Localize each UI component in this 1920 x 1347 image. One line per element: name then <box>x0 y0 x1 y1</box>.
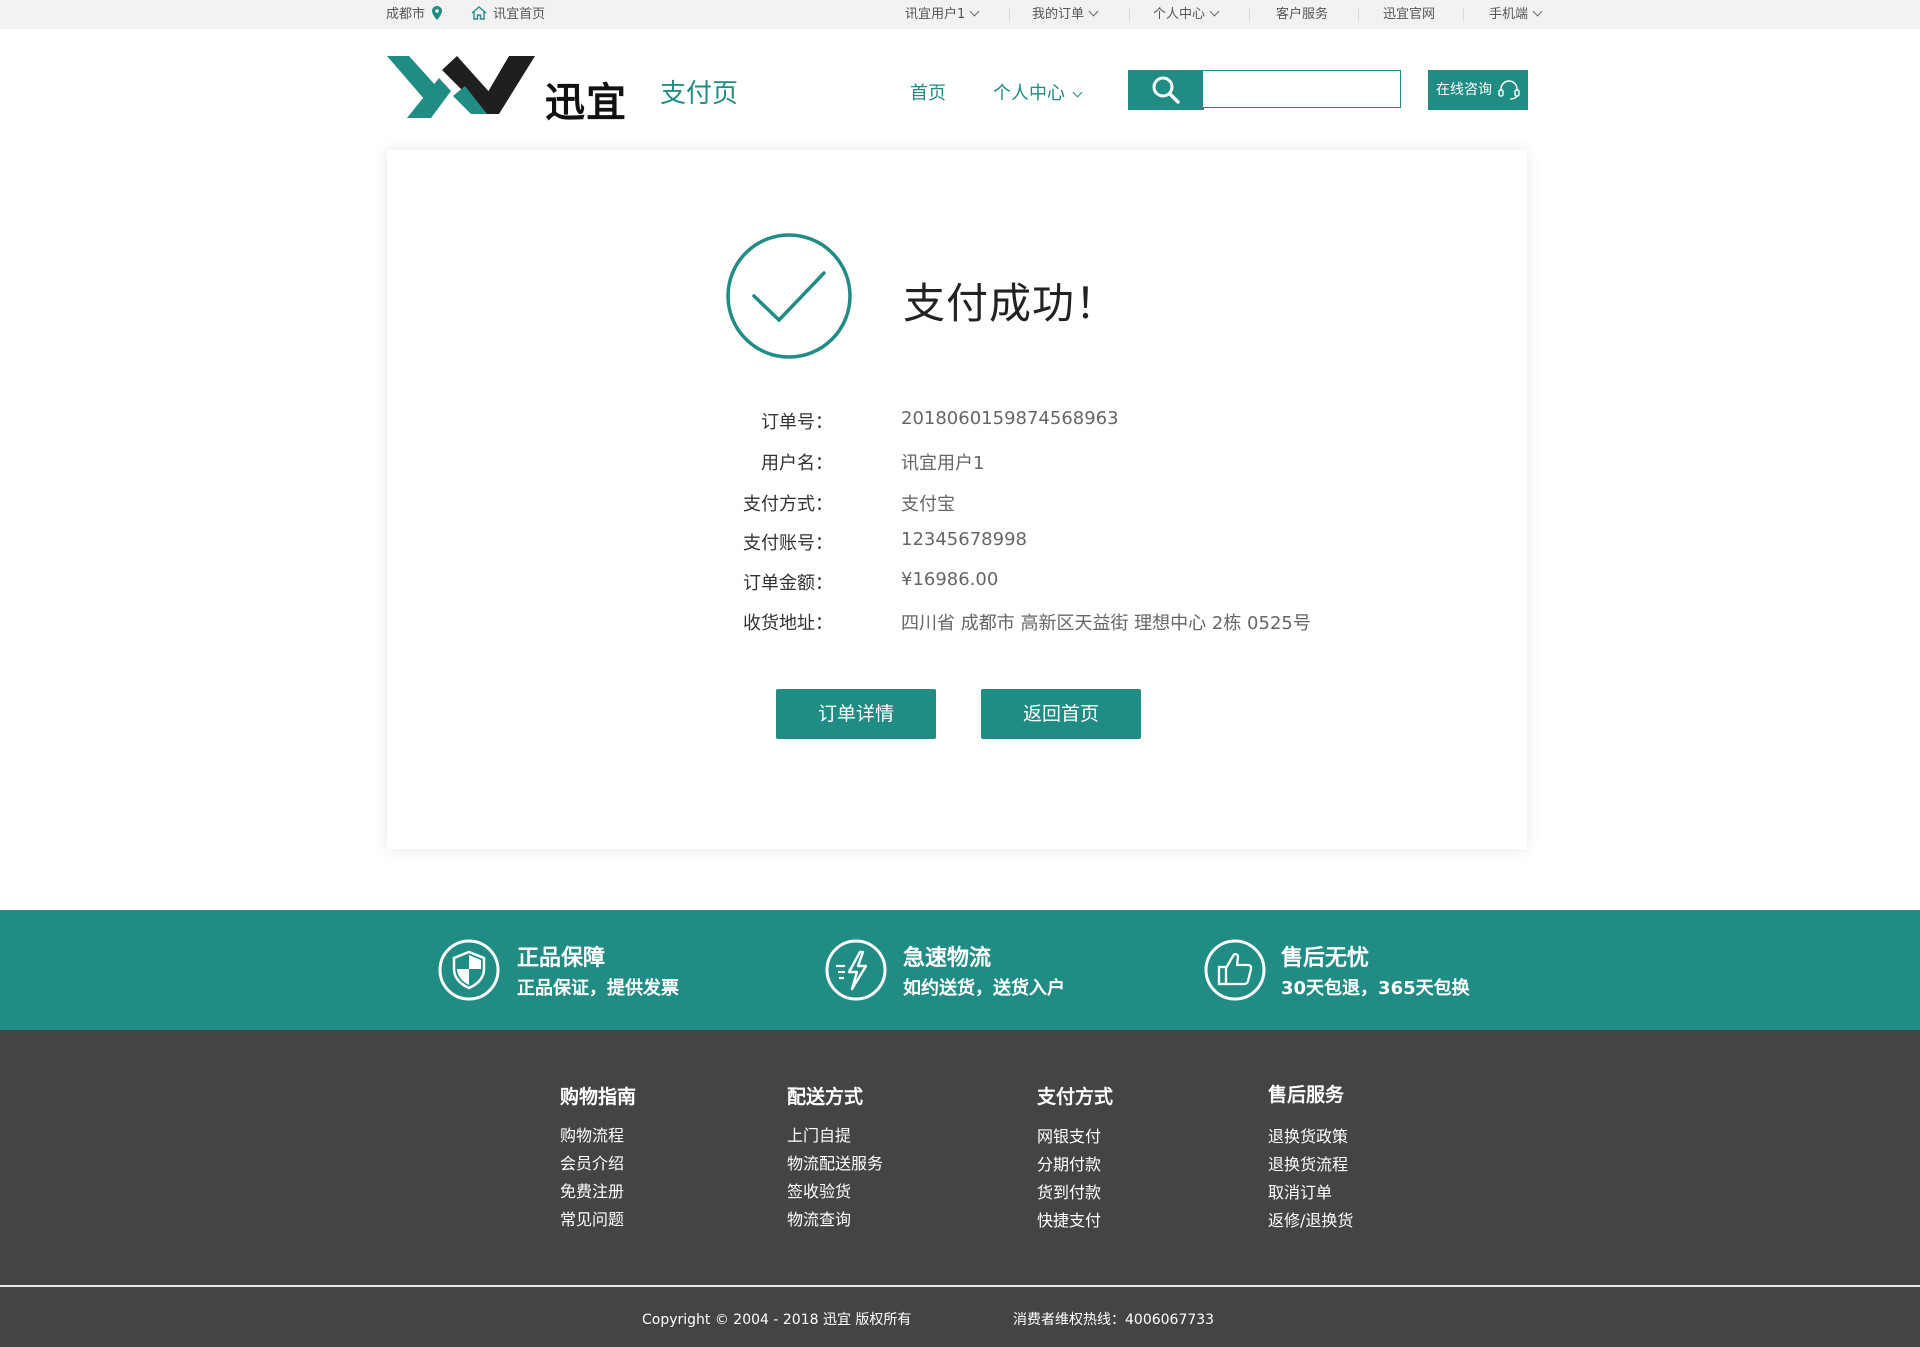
footer-link[interactable]: 上门自提 <box>787 1122 851 1146</box>
chevron-down-icon <box>969 6 980 17</box>
chevron-down-icon <box>1209 6 1220 17</box>
payment-account-label: 支付账号： <box>743 533 833 554</box>
my-orders-label: 我的订单 <box>1032 7 1085 22</box>
location-pin-icon <box>432 6 443 20</box>
feature-title: 售后无忧 <box>1281 946 1370 971</box>
home-link-label: 讯宜首页 <box>493 7 546 22</box>
footer-link[interactable]: 签收验货 <box>787 1178 851 1202</box>
footer-link[interactable]: 物流查询 <box>787 1206 851 1230</box>
official-site-link[interactable]: 迅宜官网 <box>1383 0 1435 29</box>
footer-link[interactable]: 返修/退换货 <box>1268 1207 1353 1231</box>
logo[interactable]: 迅宜 <box>387 56 627 126</box>
nav-personal-center-label: 个人中心 <box>993 83 1065 104</box>
username-label: 用户名： <box>761 453 833 474</box>
payment-method-label: 支付方式： <box>743 494 833 515</box>
back-home-button[interactable]: 返回首页 <box>981 689 1141 739</box>
footer-link[interactable]: 取消订单 <box>1268 1179 1332 1203</box>
footer-link[interactable]: 快捷支付 <box>1037 1207 1101 1231</box>
chevron-down-icon <box>1532 6 1543 17</box>
feature-subtitle: 正品保证，提供发票 <box>517 978 679 999</box>
search-button[interactable] <box>1128 70 1204 110</box>
city-selector[interactable]: 成都市 <box>386 0 443 29</box>
lightning-icon <box>825 939 887 1001</box>
order-amount-label: 订单金额： <box>743 573 833 594</box>
shipping-address-label: 收货地址： <box>743 613 833 634</box>
nav-personal-center[interactable]: 个人中心 <box>993 79 1083 105</box>
footer-column-title: 配送方式 <box>787 1086 864 1108</box>
copyright-text: Copyright © 2004 - 2018 迅宜 版权所有 <box>642 1312 912 1328</box>
online-consult-button[interactable]: 在线咨询 <box>1428 70 1528 110</box>
user-menu[interactable]: 讯宜用户1 <box>905 0 980 29</box>
username-value: 讯宜用户1 <box>901 453 985 474</box>
customer-service-label: 客户服务 <box>1276 7 1329 22</box>
home-link[interactable]: 讯宜首页 <box>471 0 545 29</box>
search-icon <box>1152 76 1180 104</box>
mobile-menu-label: 手机端 <box>1489 7 1529 22</box>
online-consult-label: 在线咨询 <box>1436 82 1492 98</box>
footer-link[interactable]: 网银支付 <box>1037 1123 1101 1147</box>
page-title: 支付页 <box>660 79 739 109</box>
footer-link[interactable]: 购物流程 <box>560 1122 624 1146</box>
feature-title: 急速物流 <box>903 946 992 971</box>
order-amount-value: ¥16986.00 <box>901 569 999 590</box>
user-menu-label: 讯宜用户1 <box>905 7 966 22</box>
footer-link[interactable]: 退换货流程 <box>1268 1151 1348 1175</box>
feature-subtitle: 30天包退，365天包换 <box>1281 978 1470 999</box>
feature-subtitle: 如约送货，送货入户 <box>903 978 1065 999</box>
footer-link[interactable]: 常见问题 <box>560 1206 624 1230</box>
check-circle-icon <box>726 233 852 359</box>
nav-home[interactable]: 首页 <box>910 79 946 105</box>
footer-link[interactable]: 会员介绍 <box>560 1150 624 1174</box>
divider <box>1249 8 1250 22</box>
order-number-label: 订单号： <box>761 412 833 433</box>
city-label: 成都市 <box>386 7 426 22</box>
customer-service-link[interactable]: 客户服务 <box>1276 0 1328 29</box>
payment-method-value: 支付宝 <box>901 494 955 515</box>
chevron-down-icon <box>1088 6 1099 17</box>
footer-link[interactable]: 退换货政策 <box>1268 1123 1348 1147</box>
thumbs-up-icon <box>1204 939 1266 1001</box>
mobile-menu[interactable]: 手机端 <box>1489 0 1543 29</box>
divider <box>1009 8 1010 22</box>
consumer-hotline: 消费者维权热线：4006067733 <box>1013 1312 1215 1328</box>
footer <box>0 1030 1920 1347</box>
footer-link[interactable]: 分期付款 <box>1037 1151 1101 1175</box>
home-icon <box>471 6 487 20</box>
footer-divider <box>0 1285 1920 1287</box>
divider <box>1463 8 1464 22</box>
my-orders-menu[interactable]: 我的订单 <box>1032 0 1099 29</box>
search-input[interactable] <box>1203 70 1401 108</box>
top-bar: 成都市 讯宜首页 讯宜用户1 我的订单 个人中心 客户服务 迅宜官网 手机端 <box>0 0 1920 29</box>
divider <box>1358 8 1359 22</box>
shipping-address-value: 四川省 成都市 高新区天益街 理想中心 2栋 0525号 <box>901 613 1311 634</box>
nav-home-label: 首页 <box>910 83 946 104</box>
headset-icon <box>1498 80 1520 100</box>
footer-link[interactable]: 物流配送服务 <box>787 1150 883 1174</box>
shield-icon <box>438 939 500 1001</box>
logo-text: 迅宜 <box>545 80 627 126</box>
feature-title: 正品保障 <box>517 946 606 971</box>
footer-link[interactable]: 免费注册 <box>560 1178 624 1202</box>
footer-column-title: 售后服务 <box>1268 1084 1345 1106</box>
payment-result-card <box>387 150 1527 849</box>
logo-mark-icon <box>387 56 535 118</box>
order-detail-button[interactable]: 订单详情 <box>776 689 936 739</box>
personal-center-menu[interactable]: 个人中心 <box>1153 0 1220 29</box>
footer-column-title: 支付方式 <box>1037 1086 1114 1108</box>
divider <box>1129 8 1130 22</box>
personal-center-label: 个人中心 <box>1153 7 1206 22</box>
footer-column-title: 购物指南 <box>560 1086 637 1108</box>
chevron-down-icon <box>1072 87 1083 98</box>
success-title: 支付成功！ <box>903 279 1119 328</box>
official-site-label: 迅宜官网 <box>1383 7 1436 22</box>
payment-account-value: 12345678998 <box>901 529 1027 550</box>
footer-link[interactable]: 货到付款 <box>1037 1179 1101 1203</box>
order-number-value: 2018060159874568963 <box>901 408 1119 429</box>
